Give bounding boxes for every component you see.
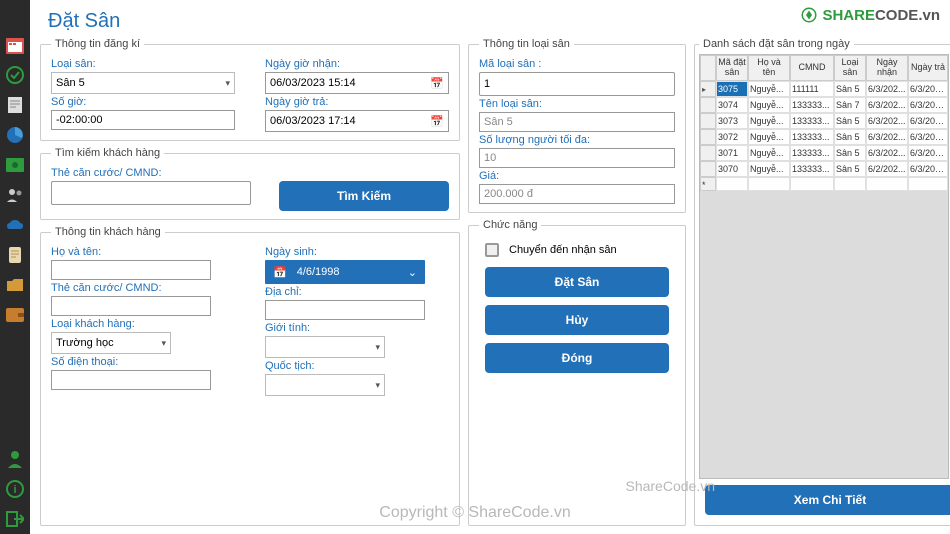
table-header-cell[interactable]: Mã đặt sân [716,55,748,81]
checkout-label: Ngày giờ trả: [265,96,449,108]
pitch-type-label: Loại sân: [51,58,235,70]
booking-list-legend: Danh sách đặt sân trong ngày [699,38,854,50]
nationality-select[interactable]: ▾ [265,374,385,396]
pitch-max-field [479,148,675,168]
dob-label: Ngày sinh: [265,246,449,258]
chevron-down-icon: ▾ [375,380,380,391]
table-header-cell[interactable]: CMND [790,55,834,81]
sidebar-users-icon[interactable] [4,184,26,206]
pitch-info-legend: Thông tin loại sân [479,38,574,50]
checkin-datetime[interactable]: 06/03/2023 15:14📅 [265,72,449,94]
pitch-id-input[interactable] [479,72,675,96]
page-title: Đặt Sân [48,10,120,33]
gender-select[interactable]: ▾ [265,336,385,358]
dob-picker[interactable]: 📅 4/6/1998 ⌄ [265,260,425,284]
table-row[interactable]: 3073Nguyễ...133333...Sân 56/3/202...6/3/… [700,113,948,129]
address-label: Địa chỉ: [265,286,449,298]
chevron-down-icon: ▾ [161,338,166,349]
checkin-label: Ngày giờ nhận: [265,58,449,70]
sidebar-check-icon[interactable] [4,64,26,86]
sidebar-folder-icon[interactable] [4,274,26,296]
fullname-input[interactable] [51,260,211,280]
cmnd-label: Thẻ căn cước/ CMND: [51,282,235,294]
sidebar-receipt-icon[interactable] [4,94,26,116]
customer-legend: Thông tin khách hàng [51,226,165,238]
table-row[interactable]: 3070Nguyễ...133333...Sân 56/2/202...6/3/… [700,161,948,177]
table-header-cell[interactable]: Ngày nhận [866,55,908,81]
search-legend: Tìm kiếm khách hàng [51,147,164,159]
close-button[interactable]: Đóng [485,343,669,373]
table-row[interactable]: 3071Nguyễ...133333...Sân 56/3/202...6/3/… [700,145,948,161]
sidebar-cloud-icon[interactable] [4,214,26,236]
registration-legend: Thông tin đăng kí [51,38,144,50]
customer-group: Thông tin khách hàng Họ và tên: Thẻ căn … [40,226,460,526]
search-cmnd-label: Thẻ căn cước/ CMND: [51,167,449,179]
phone-input[interactable] [51,370,211,390]
pitch-info-group: Thông tin loại sân Mã loại sân : Tên loạ… [468,38,686,213]
table-row[interactable]: 3074Nguyễ...133333...Sân 76/3/202...6/3/… [700,97,948,113]
nationality-label: Quốc tịch: [265,360,449,372]
cust-type-select[interactable]: Trường học▾ [51,332,171,354]
search-group: Tìm kiếm khách hàng Thẻ căn cước/ CMND: … [40,147,460,220]
table-header-cell[interactable] [700,55,716,81]
search-cmnd-input[interactable] [51,181,251,205]
address-input[interactable] [265,300,425,320]
goto-checkin-label: Chuyển đến nhận sân [509,244,617,256]
cmnd-input[interactable] [51,296,211,316]
search-button[interactable]: Tìm Kiếm [279,181,449,211]
book-button[interactable]: Đặt Sân [485,267,669,297]
cust-type-label: Loại khách hàng: [51,318,235,330]
table-header-cell[interactable]: Loại sân [834,55,866,81]
pitch-name-label: Tên loại sân: [479,98,675,110]
chevron-down-icon: ▾ [225,78,230,89]
booking-list-group: Danh sách đặt sân trong ngày Mã đặt sânH… [694,38,950,526]
table-header-cell[interactable]: Họ và tên [748,55,790,81]
table-row[interactable]: 3072Nguyễ...133333...Sân 56/3/202...6/3/… [700,129,948,145]
chevron-down-icon: ⌄ [408,266,417,279]
svg-text:i: i [13,484,16,496]
brand-logo: SHARECODE.vn [800,6,940,24]
pitch-price-label: Giá: [479,170,675,182]
calendar-icon: 📅 [430,115,444,128]
registration-group: Thông tin đăng kí Loại sân: Sân 5▾ Số gi… [40,38,460,141]
watermark-center: Copyright © ShareCode.vn [379,504,570,522]
view-detail-button[interactable]: Xem Chi Tiết [705,485,950,515]
pitch-price-field [479,184,675,204]
sidebar-chart-icon[interactable] [4,124,26,146]
hours-label: Số giờ: [51,96,235,108]
table-header-cell[interactable]: Ngày trả [908,55,948,81]
function-legend: Chức năng [479,219,541,231]
sidebar-calendar-icon[interactable] [4,34,26,56]
calendar-icon: 📅 [430,77,444,90]
sidebar-logout-icon[interactable] [4,508,26,530]
sidebar-wallet-icon[interactable] [4,304,26,326]
booking-table[interactable]: Mã đặt sânHọ và tênCMNDLoại sânNgày nhận… [699,54,949,479]
phone-label: Số điện thoại: [51,356,235,368]
sidebar-info-icon[interactable]: i [4,478,26,500]
sidebar-money-icon[interactable] [4,154,26,176]
sidebar: i [0,0,30,534]
watermark-text: ShareCode.vn [625,478,715,494]
pitch-name-field [479,112,675,132]
pitch-max-label: Số lượng người tối đa: [479,134,675,146]
sidebar-scroll-icon[interactable] [4,244,26,266]
cancel-button[interactable]: Hủy [485,305,669,335]
table-new-row[interactable]: * [700,177,948,191]
fullname-label: Họ và tên: [51,246,235,258]
checkout-datetime[interactable]: 06/03/2023 17:14📅 [265,110,449,132]
table-row[interactable]: 3075Nguyễ...111111Sân 56/3/202...6/3/202… [700,81,948,97]
calendar-icon: 📅 [273,266,287,279]
hours-input[interactable] [51,110,235,130]
pitch-id-label: Mã loại sân : [479,58,675,70]
gender-label: Giới tính: [265,322,449,334]
pitch-type-select[interactable]: Sân 5▾ [51,72,235,94]
goto-checkin-checkbox[interactable] [485,243,499,257]
sidebar-user-icon[interactable] [4,448,26,470]
chevron-down-icon: ▾ [375,342,380,353]
